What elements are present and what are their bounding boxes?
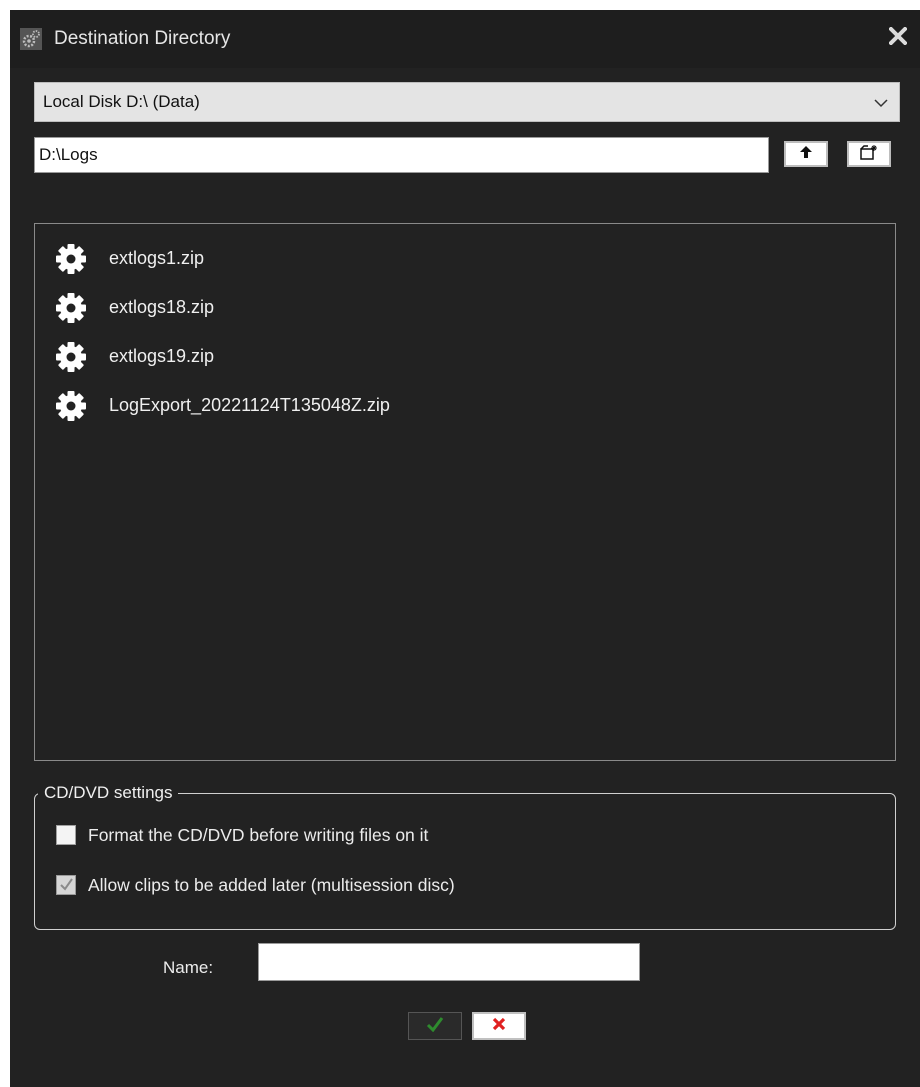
- multisession-checkbox[interactable]: [56, 875, 76, 895]
- file-name: extlogs18.zip: [109, 297, 215, 317]
- new-folder-button[interactable]: [847, 141, 891, 167]
- drive-select[interactable]: Local Disk D:\ (Data): [34, 82, 900, 122]
- x-icon: [492, 1017, 506, 1036]
- title-bar[interactable]: Destination Directory: [10, 10, 920, 68]
- file-item[interactable]: extlogs1.zip: [51, 239, 871, 279]
- new-folder-icon: [860, 144, 878, 165]
- path-input[interactable]: [34, 137, 769, 173]
- close-icon: [888, 25, 908, 50]
- gears-icon: [20, 28, 42, 50]
- checkmark-icon: [59, 877, 74, 897]
- drive-select-value: Local Disk D:\ (Data): [43, 92, 200, 111]
- cd-dvd-settings-legend: CD/DVD settings: [38, 783, 179, 803]
- gear-icon: [55, 341, 87, 373]
- file-list[interactable]: extlogs1.zip extlogs18.zip extlogs19.zip…: [34, 223, 896, 761]
- format-disc-checkbox[interactable]: [56, 825, 76, 845]
- file-item[interactable]: extlogs18.zip: [51, 288, 871, 328]
- file-name: extlogs19.zip: [109, 346, 215, 366]
- gear-icon: [55, 243, 87, 275]
- arrow-up-icon: [799, 145, 813, 164]
- cd-dvd-settings-group: [34, 793, 896, 930]
- close-button[interactable]: [886, 25, 910, 50]
- name-input[interactable]: [258, 943, 640, 981]
- file-name: extlogs1.zip: [109, 248, 205, 268]
- chevron-down-icon: [873, 95, 889, 111]
- name-label: Name:: [163, 958, 214, 977]
- format-disc-label[interactable]: Format the CD/DVD before writing files o…: [88, 825, 428, 846]
- window-title: Destination Directory: [54, 28, 231, 49]
- file-item[interactable]: LogExport_20221124T135048Z.zip: [51, 386, 871, 426]
- parent-directory-button[interactable]: [784, 141, 828, 167]
- file-item[interactable]: extlogs19.zip: [51, 337, 871, 377]
- checkmark-icon: [426, 1016, 444, 1037]
- destination-directory-dialog: Destination Directory Local Disk D:\ (Da…: [10, 10, 920, 1087]
- gear-icon: [55, 292, 87, 324]
- ok-button[interactable]: [408, 1012, 462, 1040]
- cancel-button[interactable]: [472, 1012, 526, 1040]
- gear-icon: [55, 390, 87, 422]
- file-name: LogExport_20221124T135048Z.zip: [109, 395, 390, 415]
- multisession-label[interactable]: Allow clips to be added later (multisess…: [88, 875, 455, 896]
